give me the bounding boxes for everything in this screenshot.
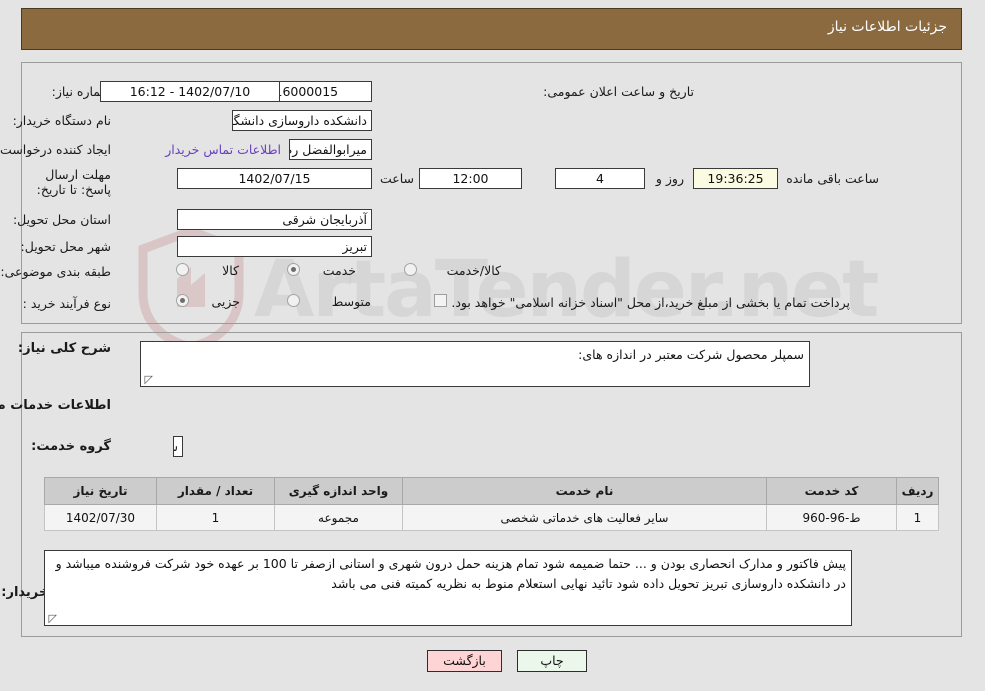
cell-need-date: 1402/07/30 [45, 504, 158, 531]
deadline-label: مهلت ارسال پاسخ: تا تاریخ: [37, 167, 112, 197]
th-quantity: تعداد / مقدار [157, 477, 276, 505]
buyer-notes-value: پیش فاکتور و مدارک انحصاری بودن و ... حت… [56, 556, 847, 591]
hours-remaining-label: ساعت باقی مانده [787, 171, 880, 186]
category-radio-kala[interactable] [177, 263, 190, 276]
th-need-date: تاریخ نیاز [45, 477, 158, 505]
buyer-org-label: نام دستگاه خریدار: [13, 113, 112, 128]
services-table-wrapper: ردیف کد خدمت نام خدمت واحد اندازه گیری ت… [45, 477, 940, 531]
requester-value: میرابوالفضل رضوانی سعدآباد حسابدار دانشک… [290, 139, 373, 160]
general-desc-label: شرح کلی نیاز: [18, 341, 112, 356]
service-group-label: گروه خدمت: [32, 439, 112, 454]
page-root: ArtaTender.net جزئیات اطلاعات نیاز شماره… [0, 0, 985, 691]
table-header-row: ردیف کد خدمت نام خدمت واحد اندازه گیری ت… [45, 477, 940, 505]
cell-service-code: ط-96-960 [767, 504, 898, 531]
print-button[interactable]: چاپ [518, 650, 588, 672]
deadline-time-label: ساعت [380, 171, 415, 186]
process-option-motavaset-label: متوسط [332, 294, 372, 309]
general-desc-textarea[interactable]: سمپلر محصول شرکت معتبر در اندازه های: ◸ [141, 341, 811, 387]
province-label: استان محل تحویل: [13, 212, 112, 227]
th-unit: واحد اندازه گیری [275, 477, 404, 505]
process-type-label: نوع فرآیند خرید : [23, 296, 112, 311]
need-number-label: شماره نیاز: [52, 84, 112, 99]
deadline-time-value: 12:00 [420, 168, 523, 189]
category-label: طبقه بندی موضوعی: [1, 264, 112, 279]
category-option-khedmat-label: خدمت [323, 263, 357, 278]
page-title: جزئیات اطلاعات نیاز [828, 19, 948, 35]
cell-unit: مجموعه [275, 504, 404, 531]
process-option-jozyi-label: جزیی [212, 294, 241, 309]
resize-grip-icon-notes[interactable]: ◸ [48, 613, 58, 624]
category-radio-kala-khedmat[interactable] [405, 263, 418, 276]
services-section-title: اطلاعات خدمات مورد نیاز [0, 398, 112, 413]
service-group-value: سایر فعالیت‌های خدماتی [174, 436, 184, 457]
city-label: شهر محل تحویل: [21, 239, 112, 254]
buyer-contact-link[interactable]: اطلاعات تماس خریدار [166, 142, 282, 157]
hours-remaining-value: 19:36:25 [694, 168, 779, 189]
general-desc-value: سمپلر محصول شرکت معتبر در اندازه های: [579, 347, 805, 362]
buyer-org-value: دانشکده داروسازی دانشگاه علوم پزشکی تبری… [233, 110, 373, 131]
province-value: آذربایجان شرقی [178, 209, 373, 230]
services-table: ردیف کد خدمت نام خدمت واحد اندازه گیری ت… [45, 477, 940, 531]
treasury-docs-note: پرداخت تمام یا بخشی از مبلغ خرید،از محل … [452, 295, 851, 310]
cell-quantity: 1 [157, 504, 276, 531]
days-remaining-label: روز و [656, 171, 685, 186]
announce-datetime-value: 1402/07/10 - 16:12 [101, 81, 281, 102]
cell-row: 1 [897, 504, 940, 531]
page-header: جزئیات اطلاعات نیاز [22, 8, 963, 50]
th-service-code: کد خدمت [767, 477, 898, 505]
buyer-notes-textarea[interactable]: پیش فاکتور و مدارک انحصاری بودن و ... حت… [45, 550, 853, 626]
resize-grip-icon[interactable]: ◸ [144, 374, 154, 385]
process-radio-jozyi[interactable] [177, 294, 190, 307]
category-option-kala-label: کالا [223, 263, 240, 278]
requester-label: ایجاد کننده درخواست: [0, 142, 112, 157]
city-value: تبریز [178, 236, 373, 257]
back-button[interactable]: بازگشت [428, 650, 503, 672]
cell-service-name: سایر فعالیت های خدماتی شخصی [403, 504, 768, 531]
th-row: ردیف [897, 477, 940, 505]
deadline-date-value: 1402/07/15 [178, 168, 373, 189]
category-option-kala-khedmat-label: کالا/خدمت [447, 263, 502, 278]
days-remaining-value: 4 [556, 168, 646, 189]
treasury-docs-checkbox[interactable] [435, 294, 448, 307]
table-row: 1 ط-96-960 سایر فعالیت های خدماتی شخصی م… [45, 504, 940, 531]
th-service-name: نام خدمت [403, 477, 768, 505]
process-radio-motavaset[interactable] [288, 294, 301, 307]
category-radio-khedmat[interactable] [288, 263, 301, 276]
announce-datetime-label: تاریخ و ساعت اعلان عمومی: [544, 84, 695, 99]
